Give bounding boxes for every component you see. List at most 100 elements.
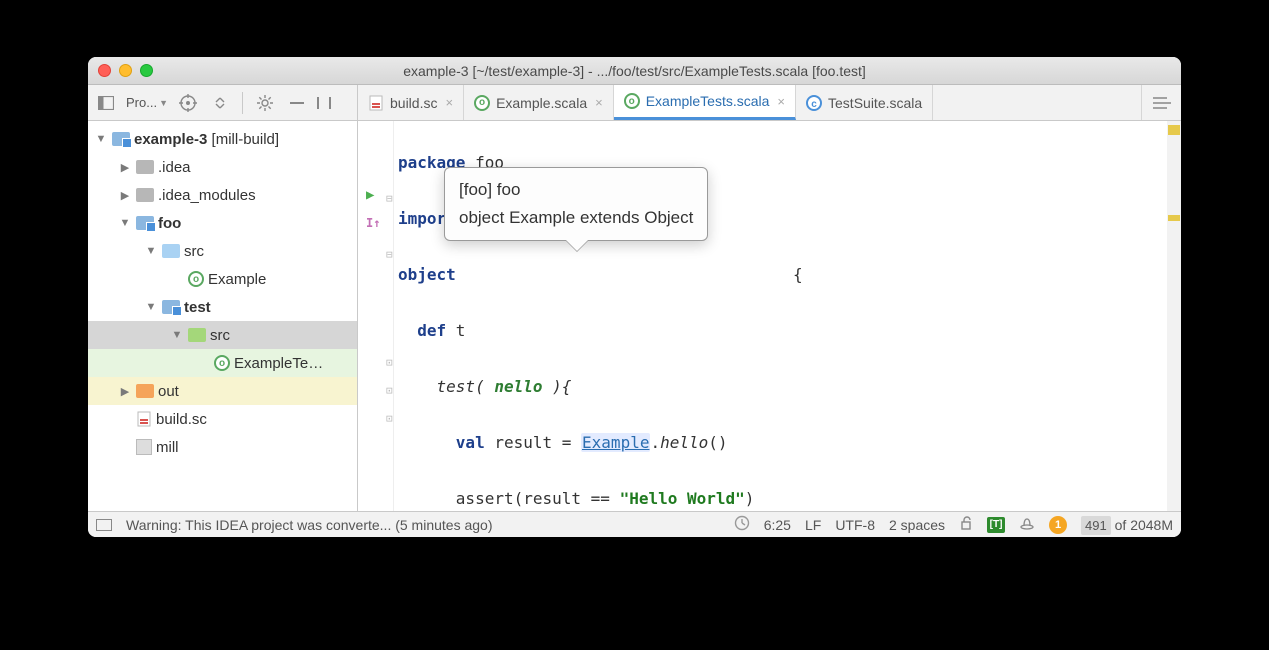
indent-settings[interactable]: 2 spaces: [889, 517, 945, 533]
excluded-folder-icon: [136, 384, 154, 398]
tree-label: mill: [156, 439, 179, 456]
status-message: Warning: This IDEA project was converte.…: [126, 517, 493, 533]
hector-icon[interactable]: [1019, 515, 1035, 534]
tree-node-idea-modules[interactable]: ▶ .idea_modules: [88, 181, 357, 209]
module-folder-icon: [136, 216, 154, 230]
close-icon[interactable]: ×: [775, 94, 785, 109]
cursor-position[interactable]: 6:25: [764, 517, 791, 533]
scala-file-icon: [136, 411, 152, 427]
tree-label: src: [210, 327, 230, 344]
hide-panel-icon[interactable]: [283, 89, 311, 117]
inspection-badge[interactable]: [T]: [987, 517, 1005, 533]
tab-label: build.sc: [390, 95, 437, 111]
tree-node-test[interactable]: ▼ test: [88, 293, 357, 321]
tree-label: example-3: [134, 131, 207, 148]
tree-node-foo-src[interactable]: ▼ src: [88, 237, 357, 265]
tree-label: .idea: [158, 159, 191, 176]
fold-icon[interactable]: ⊟: [386, 241, 393, 269]
chevron-down-icon[interactable]: ▼: [170, 329, 184, 341]
chevron-right-icon[interactable]: ▶: [118, 161, 132, 174]
module-folder-icon: [112, 132, 130, 146]
fold-end-icon: ⊡: [386, 405, 393, 433]
tab-exampletests-scala[interactable]: o ExampleTests.scala ×: [614, 85, 796, 120]
tool-window-toggle-icon[interactable]: [96, 519, 112, 531]
folder-icon: [136, 188, 154, 202]
symbol-link-example[interactable]: Example: [581, 433, 650, 452]
fold-icon[interactable]: ⊟: [386, 185, 393, 213]
tree-node-test-src[interactable]: ▼ src: [88, 321, 357, 349]
project-dropdown[interactable]: Pro... ▼: [124, 95, 170, 110]
tooltip-line: object Example extends Object: [459, 204, 693, 232]
line-separator[interactable]: LF: [805, 517, 821, 533]
lock-icon[interactable]: [959, 516, 973, 533]
tree-label: build.sc: [156, 411, 207, 428]
chevron-right-icon[interactable]: ▶: [118, 385, 132, 398]
gear-icon[interactable]: [251, 89, 279, 117]
svg-text:c: c: [811, 99, 817, 110]
chevron-down-icon[interactable]: ▼: [144, 245, 158, 257]
code-editor[interactable]: ▶ I↑ ⊟ ⊟ ⊡ ⊡ ⊡ package foo import utest.…: [358, 121, 1181, 511]
tab-example-scala[interactable]: o Example.scala ×: [464, 85, 614, 120]
fold-end-icon: ⊡: [386, 349, 393, 377]
background-tasks-icon[interactable]: [734, 515, 750, 534]
close-icon[interactable]: ×: [443, 95, 453, 110]
notification-count-badge[interactable]: 1: [1049, 516, 1067, 534]
tree-node-exampletests[interactable]: ▶ o ExampleTe…: [88, 349, 357, 377]
memory-indicator[interactable]: 491 of 2048M: [1081, 517, 1173, 533]
chevron-down-icon: ▼: [159, 98, 168, 108]
object-icon: o: [624, 93, 640, 109]
file-encoding[interactable]: UTF-8: [835, 517, 875, 533]
tab-build-sc[interactable]: build.sc ×: [358, 85, 464, 120]
chevron-right-icon[interactable]: ▶: [118, 189, 132, 202]
run-test-icon[interactable]: ▶: [366, 181, 374, 209]
module-folder-icon: [162, 300, 180, 314]
editor-gutter: ▶ I↑ ⊟ ⊟ ⊡ ⊡ ⊡: [358, 121, 394, 511]
titlebar: example-3 [~/test/example-3] - .../foo/t…: [88, 57, 1181, 85]
tab-label: TestSuite.scala: [828, 95, 922, 111]
tooltip-line: [foo] foo: [459, 176, 693, 204]
dock-icon[interactable]: [315, 89, 333, 117]
tree-label: test: [184, 299, 211, 316]
fold-end-icon: ⊡: [386, 377, 393, 405]
project-view-icon[interactable]: [92, 89, 120, 117]
window-title: example-3 [~/test/example-3] - .../foo/t…: [88, 63, 1181, 79]
project-tool-header: Pro... ▼: [88, 85, 358, 120]
implements-icon[interactable]: I↑: [366, 209, 380, 237]
minimize-window-button[interactable]: [119, 64, 132, 77]
select-target-icon[interactable]: [174, 89, 202, 117]
tree-node-idea[interactable]: ▶ .idea: [88, 153, 357, 181]
object-icon: o: [214, 355, 230, 371]
folder-icon: [136, 160, 154, 174]
expand-all-icon[interactable]: [206, 89, 234, 117]
class-icon: c: [806, 95, 822, 111]
tab-list-icon[interactable]: [1141, 85, 1181, 120]
close-icon[interactable]: ×: [593, 95, 603, 110]
close-window-button[interactable]: [98, 64, 111, 77]
chevron-down-icon[interactable]: ▼: [144, 301, 158, 313]
tab-label: Example.scala: [496, 95, 587, 111]
script-file-icon: [136, 439, 152, 455]
warning-marker[interactable]: [1168, 125, 1180, 135]
chevron-down-icon[interactable]: ▼: [118, 217, 132, 229]
separator: [242, 92, 243, 114]
project-dropdown-label: Pro...: [126, 95, 157, 110]
tree-label: Example: [208, 271, 266, 288]
chevron-down-icon[interactable]: ▼: [94, 133, 108, 145]
window-controls: [98, 64, 153, 77]
tree-label: .idea_modules: [158, 187, 256, 204]
tree-label: out: [158, 383, 179, 400]
toolbar: Pro... ▼: [88, 85, 1181, 121]
warning-marker[interactable]: [1168, 215, 1180, 221]
tree-node-build-sc[interactable]: ▶ build.sc: [88, 405, 357, 433]
tree-suffix: [mill-build]: [207, 131, 279, 148]
editor-tabs: build.sc × o Example.scala × o ExampleTe…: [358, 85, 1141, 120]
status-bar: Warning: This IDEA project was converte.…: [88, 511, 1181, 537]
tree-node-example[interactable]: ▶ o Example: [88, 265, 357, 293]
zoom-window-button[interactable]: [140, 64, 153, 77]
tree-node-foo[interactable]: ▼ foo: [88, 209, 357, 237]
test-source-folder-icon: [188, 328, 206, 342]
tab-testsuite-scala[interactable]: c TestSuite.scala: [796, 85, 933, 120]
tree-node-mill[interactable]: ▶ mill: [88, 433, 357, 461]
tree-node-out[interactable]: ▶ out: [88, 377, 357, 405]
tree-node-root[interactable]: ▼ example-3 [mill-build]: [88, 125, 357, 153]
